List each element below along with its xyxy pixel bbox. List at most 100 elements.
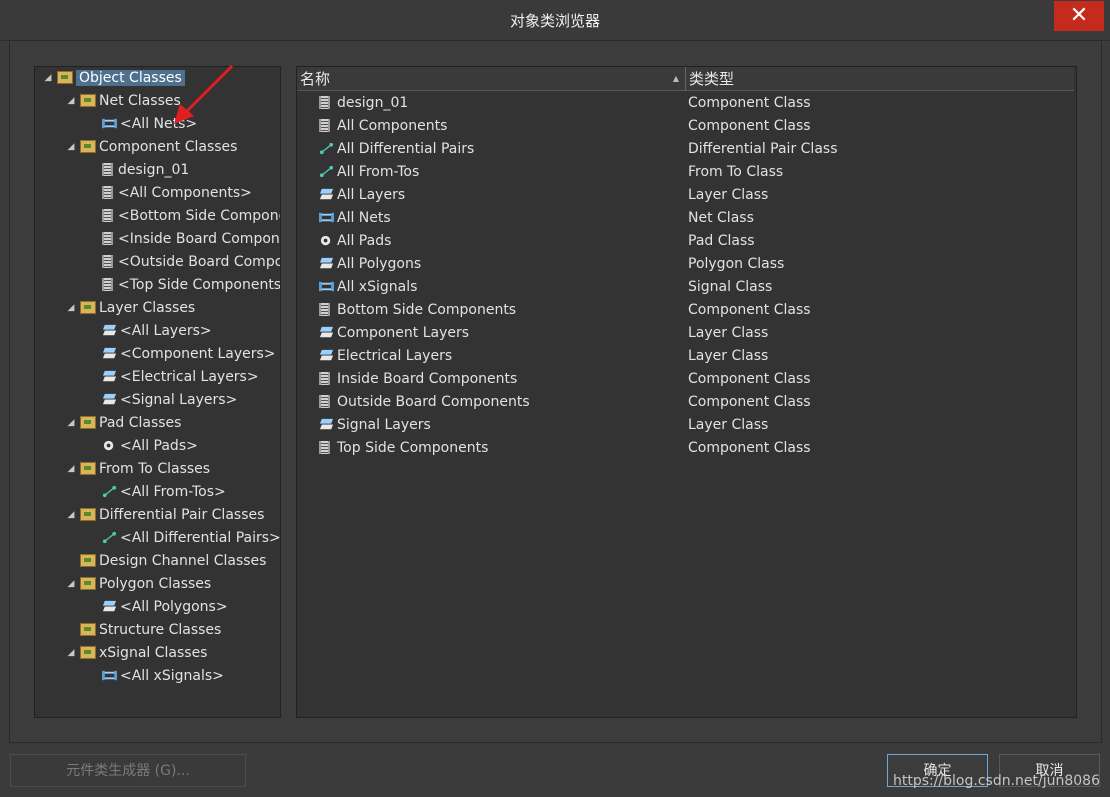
folder-icon — [80, 622, 96, 636]
layer-icon — [319, 326, 334, 337]
close-button[interactable]: ✕ — [1054, 1, 1104, 31]
list-row-name: design_01 — [337, 95, 409, 111]
list-row-type: Component Class — [688, 440, 811, 456]
list-row[interactable]: All xSignals Signal Class — [297, 276, 1074, 299]
list-row-name: All Layers — [337, 187, 406, 203]
list-row[interactable]: Inside Board Components Component Class — [297, 368, 1074, 391]
tree-item-label: Design Channel Classes — [99, 553, 267, 569]
net-icon — [319, 212, 334, 222]
list-row-name: All xSignals — [337, 279, 418, 295]
component-icon — [102, 185, 113, 199]
list-row[interactable]: Top Side Components Component Class — [297, 437, 1074, 460]
list-row-type: Net Class — [688, 210, 754, 226]
tree-item-label: Structure Classes — [99, 622, 222, 638]
list-row-type: Polygon Class — [688, 256, 785, 272]
list-row-type: Layer Class — [688, 348, 769, 364]
layer-icon — [319, 188, 334, 199]
folder-icon — [80, 507, 96, 521]
list-row[interactable]: Signal Layers Layer Class — [297, 414, 1074, 437]
window-title: 对象类浏览器 — [509, 12, 600, 30]
expand-collapse-icon[interactable]: ◢ — [66, 642, 76, 664]
list-row[interactable]: Component Layers Layer Class — [297, 322, 1074, 345]
column-header-name[interactable]: 名称 ▲ — [297, 67, 685, 91]
sort-ascending-icon: ▲ — [672, 74, 679, 83]
tree-item-label: <Electrical Layers> — [120, 369, 259, 385]
tree-item-label: <All From-Tos> — [120, 484, 226, 500]
title-bar: 对象类浏览器 ✕ — [0, 0, 1110, 41]
layer-icon — [319, 418, 334, 429]
folder-icon — [80, 415, 96, 429]
component-icon — [319, 118, 330, 132]
list-row-type: Component Class — [688, 118, 811, 134]
expand-collapse-icon[interactable]: ◢ — [43, 67, 53, 89]
tree-item-label: <Inside Board Compone — [118, 231, 281, 247]
list-row[interactable]: All Nets Net Class — [297, 207, 1074, 230]
expand-collapse-icon[interactable]: ◢ — [66, 412, 76, 434]
class-generator-button[interactable]: 元件类生成器 (G)... — [10, 754, 246, 787]
list-row-name: All Nets — [337, 210, 391, 226]
tree-item-label: <Bottom Side Compone — [118, 208, 281, 224]
list-row-type: Pad Class — [688, 233, 755, 249]
list-row-type: Layer Class — [688, 325, 769, 341]
class-list[interactable]: 名称 ▲ 类类型 design_01 Component Class All Com… — [296, 66, 1077, 718]
list-row[interactable]: All Layers Layer Class — [297, 184, 1074, 207]
tree-item-label: <Top Side Components — [118, 277, 281, 293]
pad-icon — [320, 235, 331, 245]
folder-icon — [80, 576, 96, 590]
list-row[interactable]: All Pads Pad Class — [297, 230, 1074, 253]
tree-item-label: Object Classes — [76, 70, 185, 86]
folder-icon — [80, 139, 96, 153]
list-row-name: All Differential Pairs — [337, 141, 475, 157]
layer-icon — [102, 393, 117, 404]
pad-icon — [103, 440, 114, 450]
list-row[interactable]: All Polygons Polygon Class — [297, 253, 1074, 276]
component-icon — [102, 208, 113, 222]
list-row-name: Signal Layers — [337, 417, 431, 433]
tree-item-label: Net Classes — [99, 93, 181, 109]
list-row[interactable]: All Differential Pairs Differential Pair … — [297, 138, 1074, 161]
tree-item-label: From To Classes — [99, 461, 211, 477]
object-class-tree[interactable]: ◢ Object Classes ◢ Net Classes <All Nets> ◢ Co… — [34, 66, 281, 718]
list-row-name: All Components — [337, 118, 448, 134]
list-row-name: Inside Board Components — [337, 371, 518, 387]
tree-item-label: <Signal Layers> — [120, 392, 238, 408]
list-row[interactable]: Electrical Layers Layer Class — [297, 345, 1074, 368]
component-icon — [319, 95, 330, 109]
expand-collapse-icon[interactable]: ◢ — [66, 458, 76, 480]
from-to-icon — [102, 485, 117, 497]
folder-icon — [80, 553, 96, 567]
list-row[interactable]: Bottom Side Components Component Class — [297, 299, 1074, 322]
expand-collapse-icon[interactable]: ◢ — [66, 573, 76, 595]
folder-icon — [80, 93, 96, 107]
component-icon — [319, 371, 330, 385]
expand-collapse-icon[interactable]: ◢ — [66, 136, 76, 158]
layer-icon — [319, 349, 334, 360]
list-row[interactable]: design_01 Component Class — [297, 92, 1074, 115]
column-header-type[interactable]: 类类型 — [686, 67, 1074, 91]
tree-item-label: <All Differential Pairs> — [120, 530, 281, 546]
tree-item-label: <All Polygons> — [120, 599, 228, 615]
annotation-arrow-icon — [174, 64, 234, 124]
tree-item-label: <Component Layers> — [120, 346, 276, 362]
list-row[interactable]: All Components Component Class — [297, 115, 1074, 138]
list-row[interactable]: All From-Tos From To Class — [297, 161, 1074, 184]
folder-icon — [80, 645, 96, 659]
list-row-type: Component Class — [688, 371, 811, 387]
component-icon — [102, 277, 113, 291]
from-to-icon — [319, 142, 334, 154]
list-row[interactable]: Outside Board Components Component Class — [297, 391, 1074, 414]
expand-collapse-icon[interactable]: ◢ — [66, 297, 76, 319]
component-icon — [102, 254, 113, 268]
list-row-type: Component Class — [688, 95, 811, 111]
list-row-type: Differential Pair Class — [688, 141, 838, 157]
component-icon — [102, 162, 113, 176]
component-icon — [102, 231, 113, 245]
component-icon — [319, 394, 330, 408]
folder-icon — [57, 70, 73, 84]
expand-collapse-icon[interactable]: ◢ — [66, 90, 76, 112]
list-row-type: Component Class — [688, 302, 811, 318]
column-header-type-label: 类类型 — [689, 70, 735, 88]
expand-collapse-icon[interactable]: ◢ — [66, 504, 76, 526]
from-to-icon — [102, 531, 117, 543]
layer-icon — [102, 347, 117, 358]
